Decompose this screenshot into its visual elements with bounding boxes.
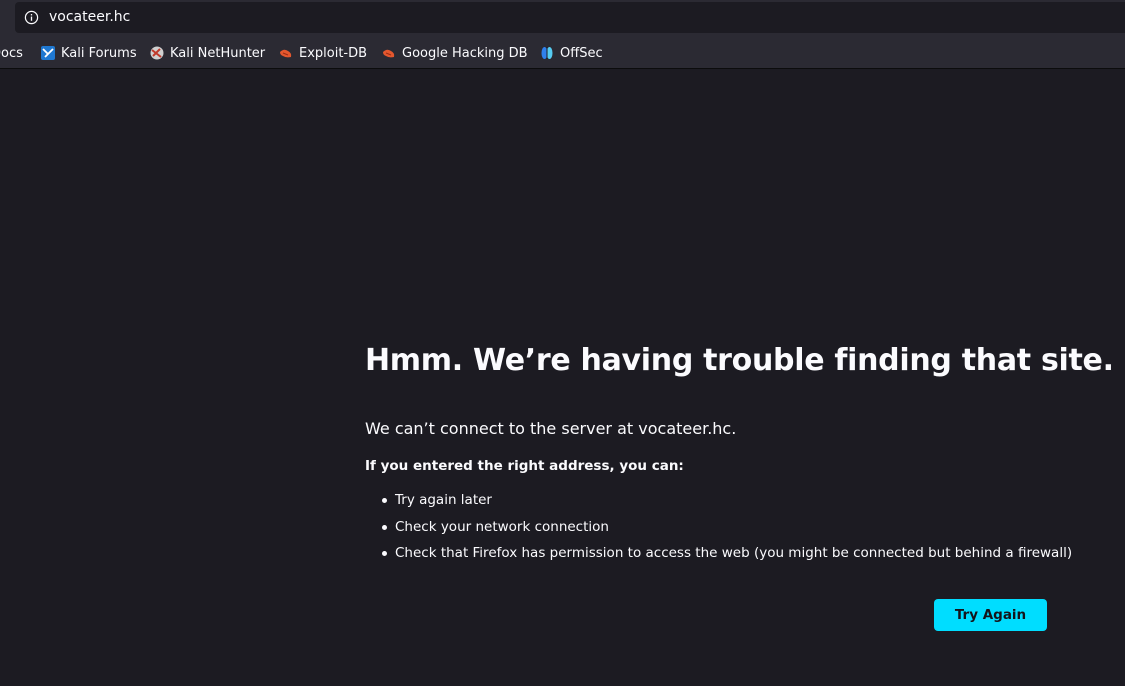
exploit-db-icon — [280, 49, 292, 58]
bookmark-label: Docs — [0, 45, 23, 61]
kali-dragon-icon — [41, 46, 55, 60]
bookmark-label: OffSec — [560, 45, 603, 61]
exploit-db-icon — [383, 49, 395, 58]
list-item: Check your network connection — [365, 516, 1072, 543]
bookmark-kali-forums[interactable]: Kali Forums — [40, 44, 137, 62]
list-item: Check that Firefox has permission to acc… — [365, 542, 1072, 569]
bullet-icon — [382, 551, 387, 556]
bookmark-offsec[interactable]: OffSec — [539, 44, 603, 62]
error-title: Hmm. We’re having trouble finding that s… — [365, 343, 1114, 378]
url-text[interactable]: vocateer.hc — [49, 8, 130, 26]
nethunter-icon — [150, 46, 164, 60]
error-page: Hmm. We’re having trouble finding that s… — [0, 69, 1125, 686]
list-item: Try again later — [365, 489, 1072, 516]
offsec-icon — [541, 47, 553, 59]
suggestion-text: Try again later — [395, 492, 492, 508]
navigation-toolbar: vocateer.hc — [0, 0, 1125, 36]
info-icon[interactable] — [24, 10, 39, 25]
bookmark-exploit-db[interactable]: Exploit-DB — [278, 44, 367, 62]
bookmark-kali-nethunter[interactable]: Kali NetHunter — [149, 44, 265, 62]
bookmark-label: Kali NetHunter — [170, 45, 266, 61]
bookmark-label: Exploit-DB — [299, 45, 368, 61]
try-again-button[interactable]: Try Again — [934, 599, 1047, 631]
bookmark-google-hacking-db[interactable]: Google Hacking DB — [381, 44, 528, 62]
bookmark-label: Google Hacking DB — [402, 45, 528, 61]
suggestion-text: Check that Firefox has permission to acc… — [395, 545, 1073, 561]
bullet-icon — [382, 524, 387, 530]
bullet-icon — [382, 498, 387, 503]
bookmark-label: Kali Forums — [61, 45, 137, 61]
suggestion-text: Check your network connection — [395, 518, 609, 535]
suggestions-list: Try again later Check your network conne… — [365, 489, 1072, 569]
error-description: We can’t connect to the server at vocate… — [365, 419, 737, 438]
suggestions-heading: If you entered the right address, you ca… — [365, 458, 684, 474]
url-bar[interactable]: vocateer.hc — [15, 2, 1125, 33]
bookmark-docs[interactable]: Docs — [0, 44, 23, 62]
bookmarks-toolbar: Docs Kali Forums Kali NetHunter Exploit-… — [0, 36, 1125, 69]
